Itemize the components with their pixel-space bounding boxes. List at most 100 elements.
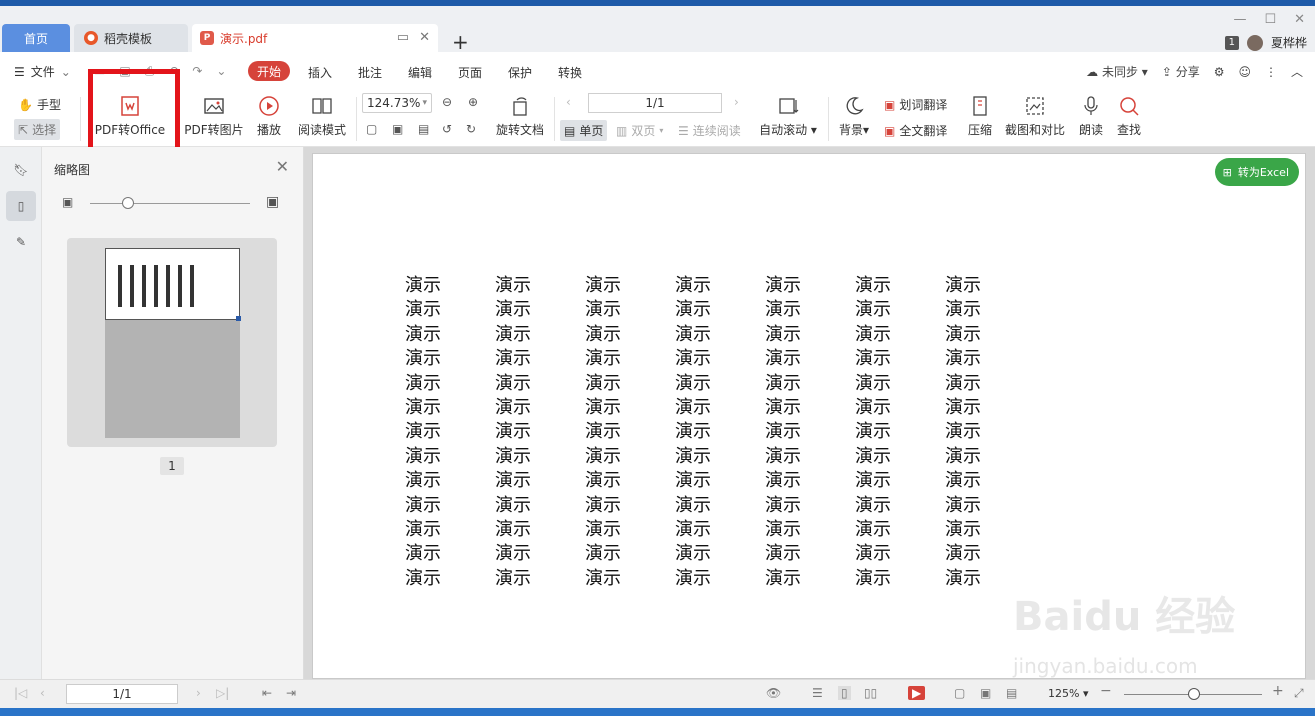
actual-size-icon[interactable]: ▢ bbox=[954, 686, 965, 700]
word-translate-button[interactable]: ▣ 划词翻译 bbox=[884, 96, 947, 113]
more-icon[interactable]: ⋮ bbox=[1265, 65, 1277, 79]
rotate-document-button[interactable]: 旋转文档 bbox=[494, 93, 546, 138]
bookmark-icon[interactable]: 🔖︎ bbox=[10, 159, 32, 181]
feedback-icon[interactable]: ☺ bbox=[1238, 65, 1251, 79]
fit-page-icon[interactable]: ▣ bbox=[392, 122, 403, 136]
single-page-button[interactable]: ▤ 单页 bbox=[560, 120, 608, 141]
actual-size-icon[interactable]: ▢ bbox=[366, 122, 377, 136]
grid-cell-text: 演示 bbox=[855, 470, 891, 492]
last-page-icon[interactable]: ▷| bbox=[216, 686, 229, 700]
customize-toolbar-icon[interactable]: ⌄ bbox=[216, 64, 226, 79]
close-tab-icon[interactable]: ✕ bbox=[419, 30, 430, 45]
slider-handle[interactable] bbox=[122, 197, 134, 209]
notification-count-badge[interactable]: 1 bbox=[1224, 35, 1239, 50]
status-page-input[interactable]: 1/1 bbox=[66, 684, 178, 704]
menu-page[interactable]: 页面 bbox=[458, 64, 482, 81]
compress-icon bbox=[967, 93, 993, 119]
minimize-icon[interactable]: — bbox=[1233, 12, 1246, 27]
annotation-icon[interactable]: ✎ bbox=[10, 231, 32, 253]
double-page-button[interactable]: ▥ 双页 ▾ bbox=[616, 122, 663, 139]
tab-home[interactable]: 首页 bbox=[2, 24, 70, 52]
continuous-view-icon[interactable]: ☰ bbox=[812, 686, 823, 700]
page-thumbnail[interactable] bbox=[67, 238, 277, 447]
grid-cell-text: 演示 bbox=[495, 372, 531, 394]
menu-edit[interactable]: 编辑 bbox=[408, 64, 432, 81]
pin-window-icon[interactable]: ▭ bbox=[397, 30, 409, 45]
maximize-icon[interactable]: ☐ bbox=[1264, 12, 1276, 27]
grid-cell-text: 演示 bbox=[945, 299, 981, 321]
zoom-in-icon[interactable]: + bbox=[1272, 683, 1284, 699]
forward-icon[interactable]: ⇥ bbox=[286, 686, 296, 700]
collapse-ribbon-icon[interactable]: ︿ bbox=[1291, 63, 1303, 80]
menu-insert[interactable]: 插入 bbox=[308, 64, 332, 81]
redo-icon[interactable]: ↷ bbox=[192, 64, 202, 79]
close-window-icon[interactable]: ✕ bbox=[1294, 12, 1305, 27]
user-name[interactable]: 夏桦桦 bbox=[1271, 34, 1307, 51]
continuous-read-button[interactable]: ☰ 连续阅读 bbox=[678, 122, 741, 139]
status-zoom[interactable]: 125% ▾ bbox=[1048, 687, 1088, 700]
fit-width-icon[interactable]: ▤ bbox=[1006, 686, 1017, 700]
grid-cell-text: 演示 bbox=[945, 275, 981, 296]
menu-start[interactable]: 开始 bbox=[248, 61, 290, 81]
prev-page-icon[interactable]: ‹ bbox=[566, 95, 571, 109]
menu-file[interactable]: ☰ 文件 ⌄ bbox=[14, 63, 71, 80]
grid-cell-text: 演示 bbox=[675, 275, 711, 296]
rotate-right-icon[interactable]: ↻ bbox=[466, 122, 476, 136]
back-icon[interactable]: ⇤ bbox=[262, 686, 272, 700]
tab-document[interactable]: P 演示.pdf ▭ ✕ bbox=[192, 24, 438, 52]
prev-page-icon[interactable]: ‹ bbox=[40, 686, 45, 700]
fullscreen-icon[interactable]: ⤢ bbox=[1294, 686, 1304, 701]
share-button[interactable]: ⇪ 分享 bbox=[1162, 63, 1200, 80]
zoom-out-icon[interactable]: ⊖ bbox=[442, 95, 452, 109]
read-mode-button[interactable]: 阅读模式 bbox=[296, 93, 348, 138]
double-page-view-icon[interactable]: ▯▯ bbox=[864, 686, 877, 700]
hand-tool-button[interactable]: ✋ 手型 bbox=[18, 96, 61, 113]
play-icon[interactable]: ▶ bbox=[908, 686, 926, 700]
first-page-icon[interactable]: |◁ bbox=[14, 686, 27, 700]
zoom-slider-handle[interactable] bbox=[1188, 688, 1200, 700]
next-page-icon[interactable]: › bbox=[734, 95, 739, 109]
grid-cell-text: 演示 bbox=[585, 518, 621, 540]
single-page-label: 单页 bbox=[579, 124, 604, 138]
thumbnail-panel-icon[interactable]: ▯ bbox=[6, 191, 36, 221]
page-number-input[interactable]: 1/1 bbox=[588, 93, 722, 113]
read-aloud-button[interactable]: 朗读 bbox=[1076, 93, 1106, 138]
single-page-view-icon[interactable]: ▯ bbox=[838, 686, 851, 700]
cursor-icon: ⇱ bbox=[18, 122, 29, 137]
zoom-select[interactable]: 124.73% ▾ bbox=[362, 93, 432, 113]
small-image-icon[interactable]: ▣ bbox=[62, 195, 73, 209]
grid-cell-text: 演示 bbox=[765, 421, 801, 443]
auto-scroll-button[interactable]: 自动滚动 ▾ bbox=[758, 93, 818, 138]
settings-icon[interactable]: ⚙ bbox=[1214, 65, 1225, 79]
avatar[interactable] bbox=[1246, 34, 1263, 51]
screenshot-compare-button[interactable]: 截图和对比 bbox=[1004, 93, 1066, 138]
pdf-to-image-button[interactable]: PDF转图片 bbox=[184, 93, 244, 138]
zoom-in-icon[interactable]: ⊕ bbox=[468, 95, 478, 109]
select-tool-button[interactable]: ⇱ 选择 bbox=[14, 119, 61, 140]
thumbnail-page bbox=[105, 248, 241, 438]
find-button[interactable]: 查找 bbox=[1114, 93, 1144, 138]
grid-cell-text: 演示 bbox=[585, 372, 621, 394]
fit-width-icon[interactable]: ▤ bbox=[418, 122, 429, 136]
menu-protect[interactable]: 保护 bbox=[508, 64, 532, 81]
thumbnail-size-slider[interactable] bbox=[90, 203, 250, 204]
menu-annotate[interactable]: 批注 bbox=[358, 64, 382, 81]
play-button[interactable]: 播放 bbox=[252, 93, 286, 138]
menu-convert[interactable]: 转换 bbox=[558, 64, 582, 81]
zoom-out-icon[interactable]: − bbox=[1100, 683, 1112, 699]
convert-to-excel-button[interactable]: ⊞ 转为Excel bbox=[1214, 158, 1299, 186]
full-translate-button[interactable]: ▣ 全文翻译 bbox=[884, 122, 947, 139]
compress-button[interactable]: 压缩 bbox=[964, 93, 996, 138]
eye-protection-icon[interactable]: 👁︎ bbox=[766, 686, 781, 700]
background-button[interactable]: 背景▾ bbox=[836, 93, 872, 138]
tab-template[interactable]: ● 稻壳模板 bbox=[74, 24, 188, 52]
rotate-left-icon[interactable]: ↺ bbox=[442, 122, 452, 136]
fit-page-icon[interactable]: ▣ bbox=[980, 686, 991, 700]
sync-status[interactable]: ☁ 未同步 ▾ bbox=[1086, 63, 1148, 80]
grid-cell-text: 演示 bbox=[765, 543, 801, 565]
next-page-icon[interactable]: › bbox=[196, 686, 201, 700]
grid-cell-text: 演示 bbox=[855, 445, 891, 467]
large-image-icon[interactable]: ▣ bbox=[266, 194, 279, 210]
add-tab-button[interactable]: + bbox=[452, 32, 469, 52]
close-icon[interactable]: ✕ bbox=[276, 157, 289, 176]
